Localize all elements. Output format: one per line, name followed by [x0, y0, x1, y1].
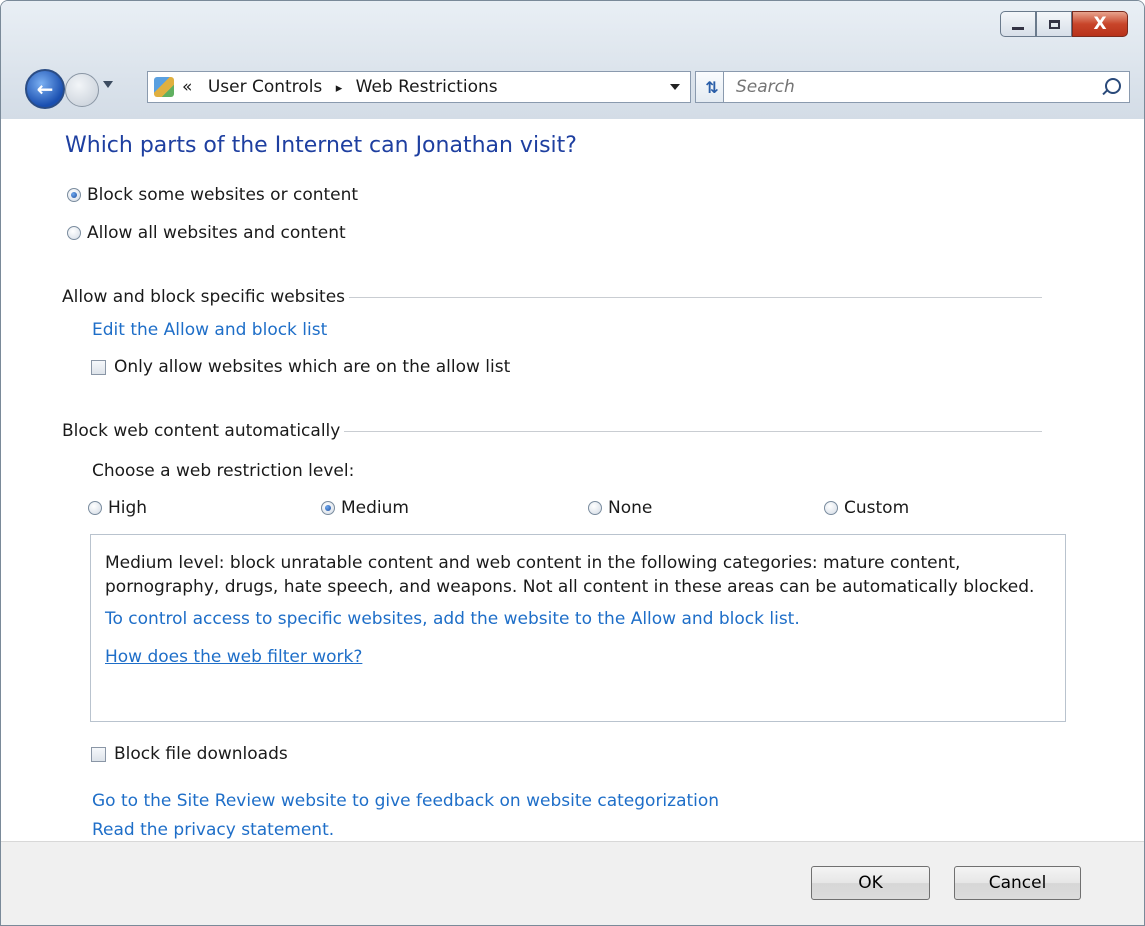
- allow-block-section-title: Allow and block specific websites: [62, 287, 346, 307]
- address-bar[interactable]: « User Controls ▸ Web Restrictions: [147, 71, 691, 103]
- search-input[interactable]: [734, 76, 1078, 98]
- control-access-link[interactable]: To control access to specific websites, …: [105, 607, 1051, 631]
- level-custom-radio[interactable]: [824, 501, 838, 515]
- allow-all-label[interactable]: Allow all websites and content: [87, 223, 346, 243]
- restriction-level-label: Choose a web restriction level:: [92, 461, 355, 481]
- back-button[interactable]: ←: [25, 69, 65, 109]
- level-description-box: Medium level: block unratable content an…: [90, 534, 1066, 722]
- block-some-option[interactable]: Block some websites or content: [67, 185, 358, 205]
- page-title: Which parts of the Internet can Jonathan…: [65, 133, 577, 158]
- level-high-option[interactable]: High: [88, 498, 147, 518]
- only-allow-label[interactable]: Only allow websites which are on the all…: [114, 357, 510, 377]
- block-downloads-checkbox[interactable]: [91, 746, 106, 762]
- title-bar: X ← « User Controls ▸ Web Restrictions ⇅…: [1, 1, 1144, 119]
- ok-button[interactable]: OK: [811, 866, 930, 900]
- allow-all-option[interactable]: Allow all websites and content: [67, 223, 346, 243]
- block-downloads-label[interactable]: Block file downloads: [114, 744, 288, 764]
- maximize-icon: [1048, 19, 1060, 29]
- level-none-label[interactable]: None: [608, 498, 652, 518]
- block-some-label[interactable]: Block some websites or content: [87, 185, 358, 205]
- level-description-text: Medium level: block unratable content an…: [105, 551, 1051, 669]
- breadcrumb-web-restrictions[interactable]: Web Restrictions: [356, 77, 498, 97]
- auto-block-section-title: Block web content automatically: [62, 421, 341, 441]
- control-panel-window: X ← « User Controls ▸ Web Restrictions ⇅…: [0, 0, 1145, 926]
- recent-pages-dropdown-icon[interactable]: [103, 81, 113, 88]
- section-divider: [344, 430, 1042, 432]
- breadcrumb-overflow[interactable]: «: [182, 77, 192, 97]
- breadcrumb-separator-icon[interactable]: ▸: [336, 81, 343, 96]
- level-none-radio[interactable]: [588, 501, 602, 515]
- level-medium-option[interactable]: Medium: [321, 498, 409, 518]
- level-description: Medium level: block unratable content an…: [105, 553, 1035, 597]
- level-medium-radio[interactable]: [321, 501, 335, 515]
- window-controls: X: [1000, 11, 1128, 37]
- search-box: [723, 71, 1130, 103]
- search-icon[interactable]: [1105, 78, 1121, 94]
- block-downloads-option[interactable]: Block file downloads: [91, 744, 288, 764]
- forward-button[interactable]: [65, 73, 99, 107]
- breadcrumb: « User Controls ▸ Web Restrictions: [182, 77, 498, 97]
- address-dropdown-icon[interactable]: [670, 84, 680, 90]
- allow-all-radio[interactable]: [67, 226, 81, 240]
- back-arrow-icon: ←: [36, 77, 54, 101]
- level-medium-label[interactable]: Medium: [341, 498, 409, 518]
- level-high-label[interactable]: High: [108, 498, 147, 518]
- level-none-option[interactable]: None: [588, 498, 652, 518]
- minimize-icon: [1012, 26, 1024, 30]
- only-allow-checkbox[interactable]: [91, 359, 106, 375]
- how-web-filter-works-link[interactable]: How does the web filter work?: [105, 645, 1051, 669]
- dialog-footer: OK Cancel: [1, 841, 1144, 925]
- content-area: Which parts of the Internet can Jonathan…: [1, 119, 1144, 841]
- cancel-button[interactable]: Cancel: [954, 866, 1081, 900]
- navigation-bar: ← « User Controls ▸ Web Restrictions ⇅: [25, 67, 1130, 111]
- section-divider: [349, 296, 1042, 298]
- site-review-link[interactable]: Go to the Site Review website to give fe…: [92, 791, 719, 811]
- control-panel-icon: [154, 77, 174, 97]
- level-high-radio[interactable]: [88, 501, 102, 515]
- only-allow-option[interactable]: Only allow websites which are on the all…: [91, 357, 510, 377]
- close-icon: X: [1093, 14, 1107, 34]
- level-custom-option[interactable]: Custom: [824, 498, 909, 518]
- privacy-statement-link[interactable]: Read the privacy statement.: [92, 820, 334, 840]
- breadcrumb-user-controls[interactable]: User Controls: [208, 77, 322, 97]
- edit-allow-block-list-link[interactable]: Edit the Allow and block list: [92, 320, 327, 340]
- refresh-icon: ⇅: [705, 77, 719, 97]
- allow-block-section-header: Allow and block specific websites: [62, 287, 1042, 307]
- maximize-button[interactable]: [1036, 11, 1072, 37]
- close-button[interactable]: X: [1072, 11, 1128, 37]
- level-custom-label[interactable]: Custom: [844, 498, 909, 518]
- minimize-button[interactable]: [1000, 11, 1036, 37]
- auto-block-section-header: Block web content automatically: [62, 421, 1042, 441]
- block-some-radio[interactable]: [67, 188, 81, 202]
